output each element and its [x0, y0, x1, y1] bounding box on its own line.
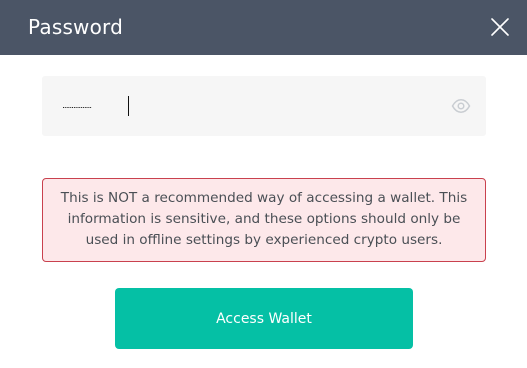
dialog-header: Password [0, 0, 527, 55]
password-field[interactable]: ․․․․․․․․․․․․․․․․ [42, 76, 486, 136]
dialog-title: Password [28, 15, 124, 39]
password-dialog: Password ․․․․․․․․․․․․․․․․ This is NOT a … [0, 0, 527, 368]
access-wallet-button[interactable]: Access Wallet [115, 288, 413, 349]
password-masked-value: ․․․․․․․․․․․․․․․․ [62, 101, 92, 111]
close-icon [491, 18, 509, 36]
security-warning: This is NOT a recommended way of accessi… [42, 178, 486, 262]
eye-icon [451, 99, 471, 113]
toggle-visibility-button[interactable] [451, 96, 471, 116]
close-button[interactable] [488, 15, 512, 39]
text-caret [128, 96, 129, 116]
